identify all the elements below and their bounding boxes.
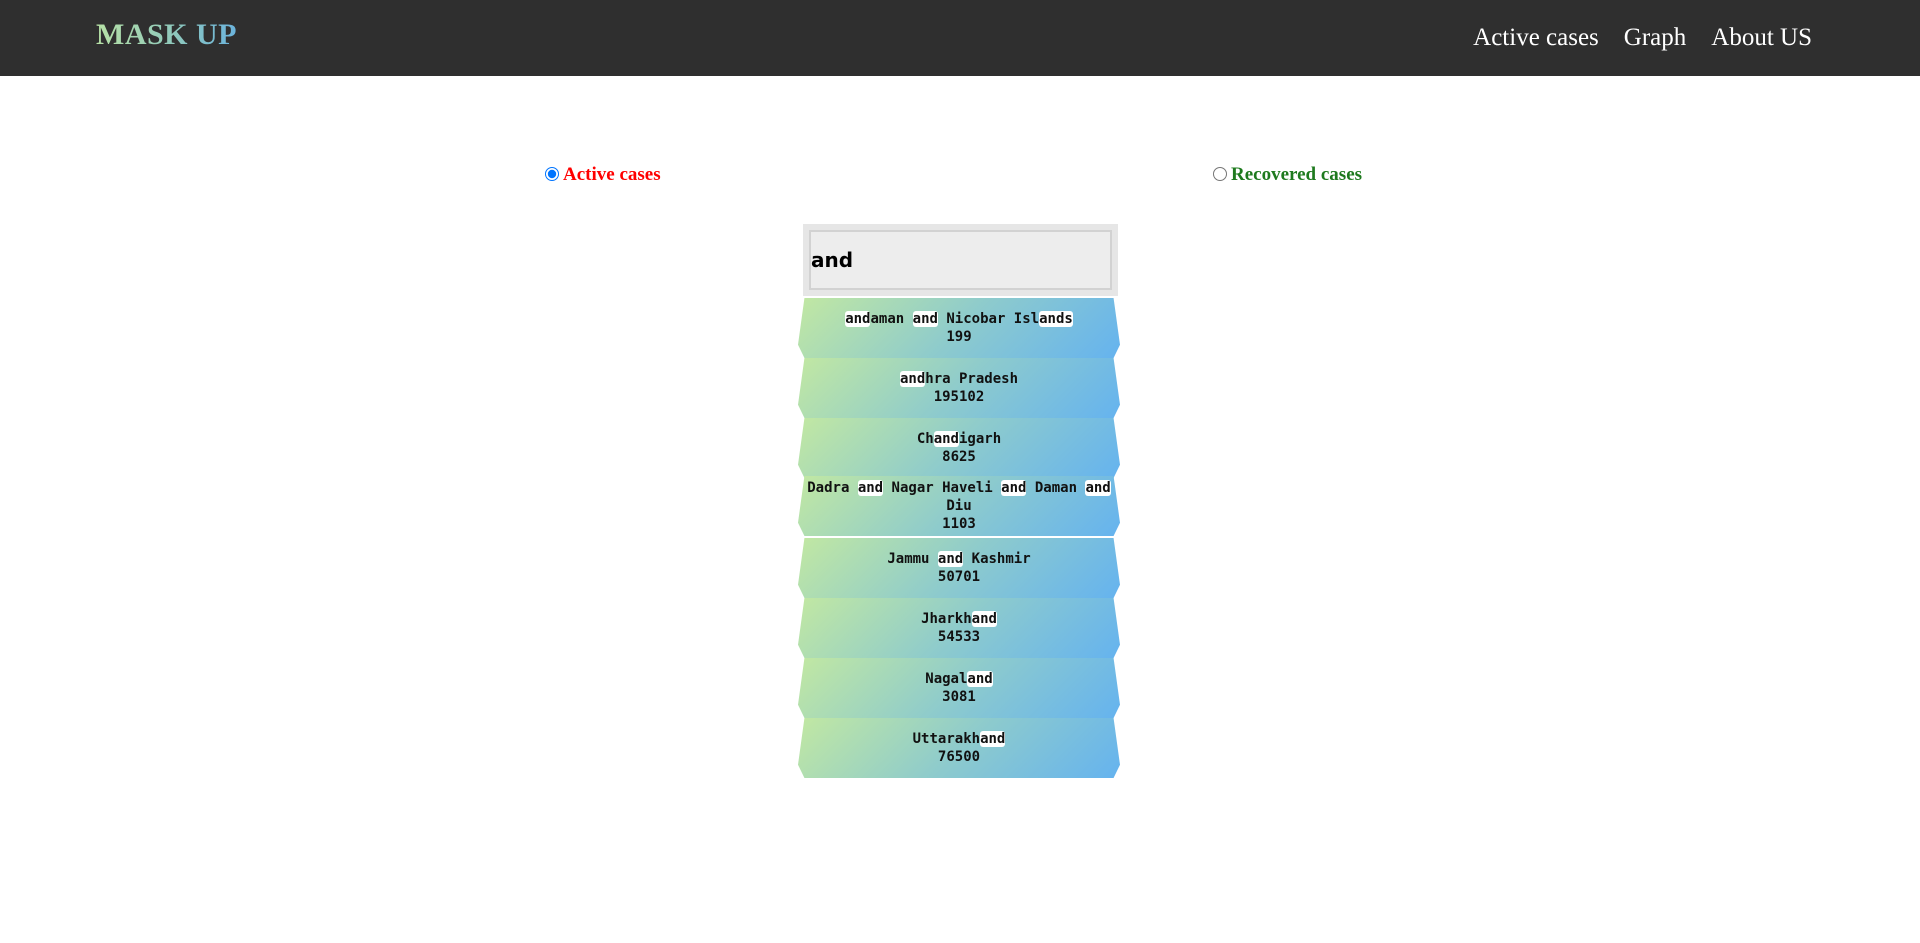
result-value: 76500	[937, 749, 981, 765]
result-card[interactable]: Jammu and Kashmir 50701	[798, 538, 1120, 598]
result-card[interactable]: andaman and Nicobar Islands 199	[798, 298, 1120, 358]
result-value: 1103	[942, 516, 976, 532]
result-value: 199	[946, 329, 972, 345]
result-name: andhra Pradesh	[899, 371, 1018, 387]
result-name: Uttarakhand	[912, 731, 1006, 747]
recovered-cases-option[interactable]: Recovered cases	[1213, 164, 1362, 186]
result-value: 3081	[942, 689, 976, 705]
result-card[interactable]: Chandigarh 8625	[798, 418, 1120, 478]
result-name: andaman and Nicobar Islands	[845, 311, 1073, 327]
nav-link-graph[interactable]: Graph	[1624, 22, 1686, 54]
recovered-cases-label: Recovered cases	[1231, 164, 1363, 185]
result-name: Jharkhand	[921, 611, 997, 627]
navbar: MASK UP Active cases Graph About US	[0, 0, 1920, 76]
result-card[interactable]: Nagaland 3081	[798, 658, 1120, 718]
result-name: Chandigarh	[916, 431, 1002, 447]
result-card[interactable]: andhra Pradesh 195102	[798, 358, 1120, 418]
recovered-cases-radio[interactable]	[1213, 167, 1227, 181]
result-name: Nagaland	[925, 671, 993, 687]
nav-link-about-us[interactable]: About US	[1711, 22, 1812, 54]
result-name: Jammu and Kashmir	[887, 551, 1031, 567]
result-card[interactable]: Dadra and Nagar Haveli and Daman and Diu…	[798, 476, 1120, 536]
result-value: 8625	[942, 449, 976, 465]
active-cases-option[interactable]: Active cases	[545, 164, 661, 186]
result-value: 50701	[937, 569, 981, 585]
result-value: 195102	[933, 389, 985, 405]
active-cases-label: Active cases	[563, 164, 661, 185]
search-container	[803, 224, 1118, 296]
search-input[interactable]	[809, 230, 1112, 290]
brand-logo[interactable]: MASK UP	[96, 18, 237, 52]
result-card[interactable]: Jharkhand 54533	[798, 598, 1120, 658]
result-value: 54533	[937, 629, 981, 645]
nav-links: Active cases Graph About US	[1473, 22, 1812, 54]
active-cases-radio[interactable]	[545, 167, 559, 181]
nav-link-active-cases[interactable]: Active cases	[1473, 22, 1599, 54]
result-card[interactable]: Uttarakhand 76500	[798, 718, 1120, 778]
result-name: Dadra and Nagar Haveli and Daman and Diu	[807, 480, 1111, 514]
